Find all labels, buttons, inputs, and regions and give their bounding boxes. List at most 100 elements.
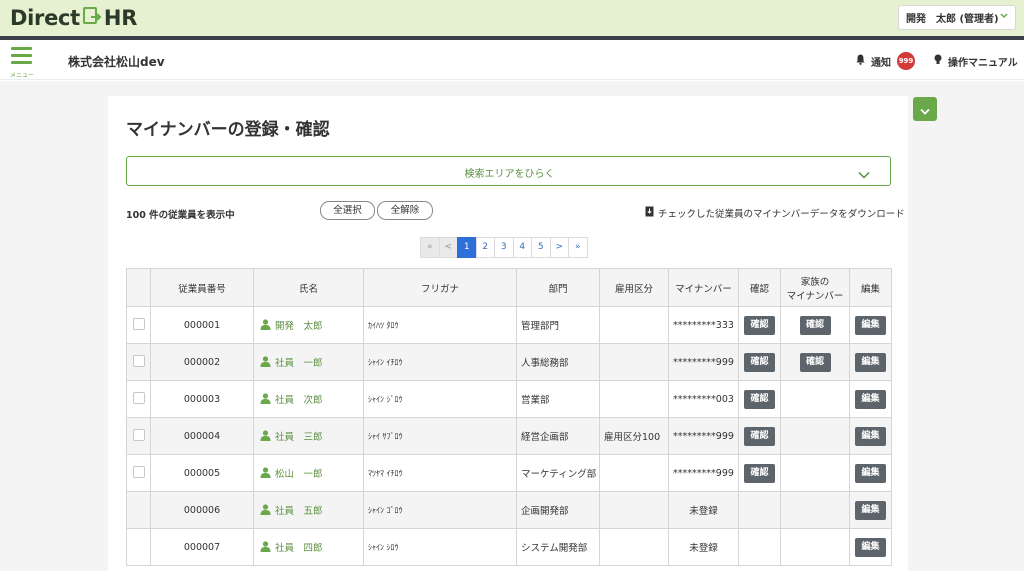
header-confirm: 確認 xyxy=(738,268,781,307)
header-employment: 雇用区分 xyxy=(599,268,669,307)
row-checkbox-cell xyxy=(126,306,151,344)
kana-cell: ｼｬｲﾝ ｼﾛｳ xyxy=(363,528,517,566)
notification-count-badge: 999 xyxy=(897,52,915,70)
user-menu-dropdown[interactable]: 開発 太郎 (管理者) xyxy=(898,5,1016,30)
employee-name: 開発 太郎 xyxy=(275,320,323,332)
header-bar: メニュー 株式会社松山dev 通知 999 操作マニュアル xyxy=(0,40,1024,80)
edit-button[interactable]: 編集 xyxy=(855,352,886,372)
family-confirm-cell xyxy=(780,528,850,566)
employment-cell xyxy=(599,491,669,529)
kana-cell: ﾏﾂﾔﾏ ｲﾁﾛｳ xyxy=(363,454,517,492)
row-checkbox[interactable] xyxy=(132,317,145,330)
download-link[interactable]: チェックした従業員のマイナンバーデータをダウンロード xyxy=(645,206,905,220)
employee-name-link[interactable]: 社員 一郎 xyxy=(253,343,364,381)
emp-no-cell: 000002 xyxy=(150,343,254,381)
pager-page-5[interactable]: 5 xyxy=(531,237,551,258)
edit-cell: 編集 xyxy=(849,306,892,344)
app-logo[interactable]: Direct HR xyxy=(10,5,137,31)
emp-no-cell: 000005 xyxy=(150,454,254,492)
row-checkbox-cell xyxy=(126,417,151,455)
row-checkbox[interactable] xyxy=(132,428,145,441)
confirm-cell xyxy=(738,491,781,529)
page-title: マイナンバーの登録・確認 xyxy=(126,120,330,140)
family-confirm-cell xyxy=(780,491,850,529)
download-label: チェックした従業員のマイナンバーデータをダウンロード xyxy=(658,209,905,220)
row-checkbox[interactable] xyxy=(132,391,145,404)
dept-cell: 管理部門 xyxy=(516,306,600,344)
dept-cell: システム開発部 xyxy=(516,528,600,566)
chevron-down-icon xyxy=(920,100,930,119)
employee-name-link[interactable]: 松山 一郎 xyxy=(253,454,364,492)
edit-cell: 編集 xyxy=(849,491,892,529)
employee-name-link[interactable]: 社員 三郎 xyxy=(253,417,364,455)
mynumber-cell: 未登録 xyxy=(668,528,739,566)
mynumber-cell: *********999 xyxy=(668,343,739,381)
edit-button[interactable]: 編集 xyxy=(855,426,886,446)
mynumber-cell: *********003 xyxy=(668,380,739,418)
confirm-button[interactable]: 確認 xyxy=(744,389,775,409)
search-area-toggle[interactable]: 検索エリアをひらく xyxy=(126,156,891,186)
select-all-button[interactable]: 全選択 xyxy=(320,201,375,220)
edit-cell: 編集 xyxy=(849,417,892,455)
employee-name-link[interactable]: 開発 太郎 xyxy=(253,306,364,344)
manual-link[interactable]: 操作マニュアル xyxy=(934,52,1018,70)
row-checkbox[interactable] xyxy=(132,465,145,478)
emp-no-cell: 000007 xyxy=(150,528,254,566)
header-mynumber: マイナンバー xyxy=(668,268,739,307)
mynumber-cell: *********999 xyxy=(668,454,739,492)
confirm-button[interactable]: 確認 xyxy=(744,426,775,446)
employment-cell xyxy=(599,306,669,344)
row-checkbox[interactable] xyxy=(132,354,145,367)
pager-first[interactable]: « xyxy=(420,237,440,258)
family-confirm-button[interactable]: 確認 xyxy=(799,352,831,372)
top-bar: Direct HR 開発 太郎 (管理者) xyxy=(0,0,1024,36)
table-row: 000005 松山 一郎 ﾏﾂﾔﾏ ｲﾁﾛｳ マーケティング部 *********999… xyxy=(126,454,892,492)
pager-page-3[interactable]: 3 xyxy=(494,237,514,258)
header-checkbox-cell xyxy=(126,268,151,307)
person-icon xyxy=(260,355,271,370)
dept-cell: 経営企画部 xyxy=(516,417,600,455)
collapse-toggle-button[interactable] xyxy=(913,97,937,121)
confirm-button[interactable]: 確認 xyxy=(744,352,775,372)
hamburger-menu-button[interactable]: メニュー xyxy=(10,47,34,79)
kana-cell: ｼｬｲ ｻﾌﾞﾛｳ xyxy=(363,417,517,455)
edit-button[interactable]: 編集 xyxy=(855,500,886,520)
header-emp-no: 従業員番号 xyxy=(150,268,254,307)
table-row: 000003 社員 次郎 ｼｬｲﾝ ｼﾞﾛｳ 営業部 *********003 確認 編集 xyxy=(126,380,892,418)
pager-last[interactable]: » xyxy=(568,237,588,258)
hamburger-icon-bar xyxy=(11,54,32,57)
pager-next[interactable]: > xyxy=(549,237,569,258)
document-arrow-icon xyxy=(82,6,102,31)
row-checkbox-cell xyxy=(126,528,151,566)
employee-table: 従業員番号 氏名 フリガナ 部門 雇用区分 マイナンバー 確認 家族の マイナン… xyxy=(126,268,892,566)
pager-page-1[interactable]: 1 xyxy=(457,237,477,258)
edit-button[interactable]: 編集 xyxy=(855,463,886,483)
employee-name-link[interactable]: 社員 四郎 xyxy=(253,528,364,566)
row-checkbox-cell xyxy=(126,380,151,418)
company-name: 株式会社松山dev xyxy=(68,55,165,69)
employee-name: 社員 四郎 xyxy=(275,542,323,554)
confirm-cell: 確認 xyxy=(738,417,781,455)
logo-text-direct: Direct xyxy=(10,6,80,30)
deselect-all-button[interactable]: 全解除 xyxy=(377,201,433,220)
edit-button[interactable]: 編集 xyxy=(855,537,886,557)
edit-button[interactable]: 編集 xyxy=(855,315,886,335)
edit-button[interactable]: 編集 xyxy=(855,389,886,409)
header-kana: フリガナ xyxy=(363,268,517,307)
person-icon xyxy=(260,429,271,444)
hamburger-icon xyxy=(11,47,32,50)
family-confirm-button[interactable]: 確認 xyxy=(799,315,831,335)
pager-prev[interactable]: < xyxy=(438,237,458,258)
employee-name-link[interactable]: 社員 次郎 xyxy=(253,380,364,418)
table-row: 000007 社員 四郎 ｼｬｲﾝ ｼﾛｳ システム開発部 未登録 編集 xyxy=(126,528,892,566)
table-row: 000006 社員 五郎 ｼｬｲﾝ ｺﾞﾛｳ 企画開発部 未登録 編集 xyxy=(126,491,892,529)
employment-cell xyxy=(599,343,669,381)
pager-page-2[interactable]: 2 xyxy=(475,237,495,258)
confirm-button[interactable]: 確認 xyxy=(744,463,775,483)
employee-name-link[interactable]: 社員 五郎 xyxy=(253,491,364,529)
kana-cell: ｶｲﾊﾂ ﾀﾛｳ xyxy=(363,306,517,344)
confirm-button[interactable]: 確認 xyxy=(744,315,775,335)
notification-button[interactable]: 通知 999 xyxy=(856,52,915,70)
pager-page-4[interactable]: 4 xyxy=(512,237,532,258)
hamburger-icon-bar xyxy=(11,61,32,64)
